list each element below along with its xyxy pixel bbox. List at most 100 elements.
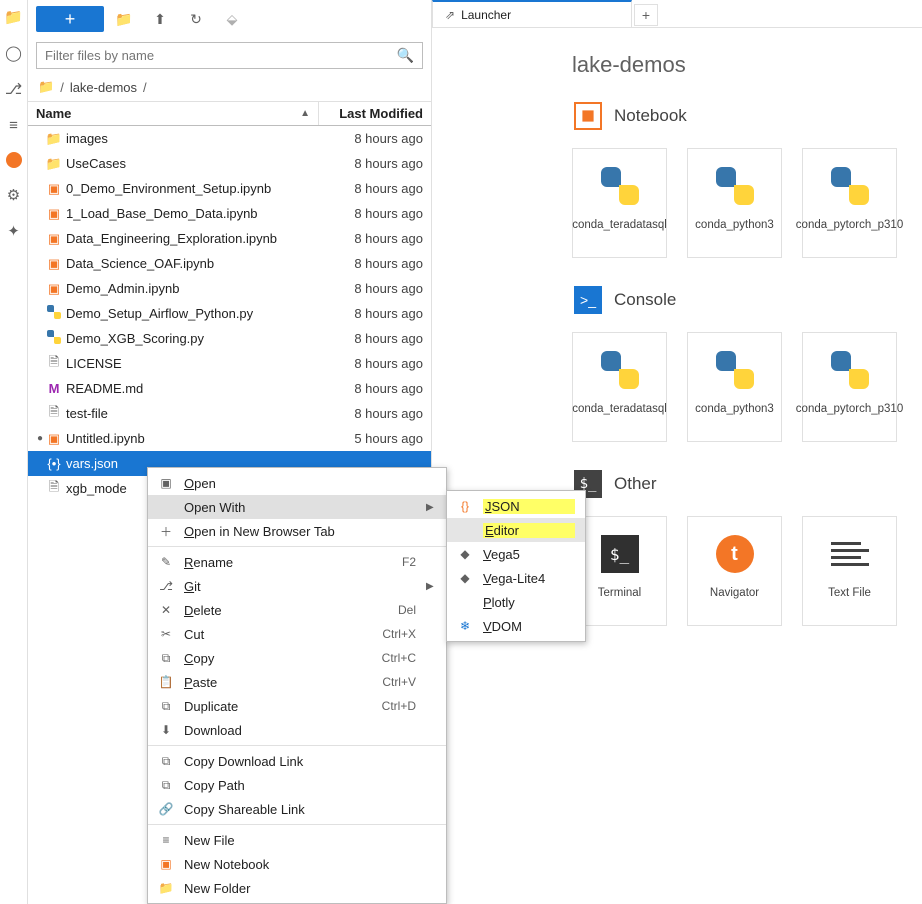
tab-launcher[interactable]: ⇗ Launcher xyxy=(432,0,632,27)
menu-item[interactable]: ⧉Copy Path xyxy=(148,773,446,797)
menu-icon: ✂ xyxy=(158,627,174,641)
menu-item[interactable]: Open With▶ xyxy=(148,495,446,519)
running-icon[interactable]: ◯ xyxy=(5,44,23,62)
new-folder-icon[interactable]: 📁 xyxy=(108,6,140,32)
launcher-card[interactable]: conda_pytorch_p310 xyxy=(802,332,897,442)
new-tab-button[interactable]: + xyxy=(634,4,658,26)
filter-input[interactable] xyxy=(45,48,397,63)
card-icon: $_ xyxy=(599,533,641,575)
menu-item[interactable]: ▣New Notebook xyxy=(148,852,446,876)
file-row[interactable]: ●▣Untitled.ipynb5 hours ago xyxy=(28,426,431,451)
col-name[interactable]: Name ▲ xyxy=(28,102,319,125)
card-label: conda_python3 xyxy=(695,219,774,231)
git-pull-icon[interactable]: ⬙ xyxy=(216,6,248,32)
menu-item[interactable]: ✂CutCtrl+X xyxy=(148,622,446,646)
file-row[interactable]: MREADME.md8 hours ago xyxy=(28,376,431,401)
chevron-right-icon: ▶ xyxy=(426,581,436,592)
filter-box[interactable]: 🔍 xyxy=(36,42,423,69)
file-toolbar: + 📁 ⬆ ↻ ⬙ xyxy=(28,0,431,38)
settings-icon[interactable]: ⚙ xyxy=(5,186,23,204)
menu-icon: ▣ xyxy=(158,857,174,871)
sort-asc-icon: ▲ xyxy=(300,108,310,119)
launcher-card[interactable]: conda_teradatasql xyxy=(572,148,667,258)
file-row[interactable]: ▣0_Demo_Environment_Setup.ipynb8 hours a… xyxy=(28,176,431,201)
menu-item[interactable]: 📁New Folder xyxy=(148,876,446,900)
file-name: images xyxy=(64,131,323,146)
submenu-item[interactable]: ❄VDOM xyxy=(447,614,585,638)
file-modified: 8 hours ago xyxy=(323,281,423,296)
menu-item[interactable]: ≡New File xyxy=(148,828,446,852)
breadcrumb-item[interactable]: lake-demos xyxy=(70,80,137,95)
launcher-card[interactable]: conda_pytorch_p310 xyxy=(802,148,897,258)
new-launcher-button[interactable]: + xyxy=(36,6,104,32)
menu-icon: ✎ xyxy=(158,555,174,569)
file-name: README.md xyxy=(64,381,323,396)
menu-item[interactable]: ⧉CopyCtrl+C xyxy=(148,646,446,670)
context-menu: ▣OpenOpen With▶＋Open in New Browser Tab ✎… xyxy=(147,467,447,904)
file-name: Data_Science_OAF.ipynb xyxy=(64,256,323,271)
extensions-icon[interactable]: ✦ xyxy=(5,222,23,240)
file-row[interactable]: 🗎test-file8 hours ago xyxy=(28,401,431,426)
toc-icon[interactable]: ≡ xyxy=(5,116,23,134)
menu-icon: ⧉ xyxy=(158,651,174,666)
file-name: Data_Engineering_Exploration.ipynb xyxy=(64,231,323,246)
file-modified: 8 hours ago xyxy=(323,206,423,221)
modified-dot-icon: ● xyxy=(36,433,44,444)
file-row[interactable]: Demo_XGB_Scoring.py8 hours ago xyxy=(28,326,431,351)
launch-icon: ⇗ xyxy=(445,8,455,22)
launcher-card[interactable]: conda_python3 xyxy=(687,148,782,258)
open-with-submenu: {}JSONEditor◆Vega5◆Vega-Lite4Plotly❄VDOM xyxy=(446,490,586,642)
file-row[interactable]: ▣Demo_Admin.ipynb8 hours ago xyxy=(28,276,431,301)
submenu-item[interactable]: Editor xyxy=(447,518,585,542)
file-list-header: Name ▲ Last Modified xyxy=(28,101,431,126)
menu-item[interactable]: ⧉DuplicateCtrl+D xyxy=(148,694,446,718)
file-modified: 8 hours ago xyxy=(323,331,423,346)
submenu-item[interactable]: ◆Vega-Lite4 xyxy=(447,566,585,590)
navigator-icon[interactable] xyxy=(6,152,22,168)
launcher-card[interactable]: conda_python3 xyxy=(687,332,782,442)
menu-icon: 🔗 xyxy=(158,802,174,816)
files-icon[interactable]: 📁 xyxy=(5,8,23,26)
file-row[interactable]: 📁UseCases8 hours ago xyxy=(28,151,431,176)
submenu-icon: ◆ xyxy=(457,547,473,561)
file-row[interactable]: Demo_Setup_Airflow_Python.py8 hours ago xyxy=(28,301,431,326)
col-modified[interactable]: Last Modified xyxy=(319,102,431,125)
menu-icon: ＋ xyxy=(158,523,174,540)
file-modified: 8 hours ago xyxy=(323,181,423,196)
launcher-card[interactable]: Text File xyxy=(802,516,897,626)
file-name: Demo_Setup_Airflow_Python.py xyxy=(64,306,323,321)
upload-icon[interactable]: ⬆ xyxy=(144,6,176,32)
menu-item[interactable]: 🔗Copy Shareable Link xyxy=(148,797,446,821)
file-row[interactable]: 📁images8 hours ago xyxy=(28,126,431,151)
file-row[interactable]: ▣1_Load_Base_Demo_Data.ipynb8 hours ago xyxy=(28,201,431,226)
refresh-icon[interactable]: ↻ xyxy=(180,6,212,32)
launcher-card[interactable]: $_Terminal xyxy=(572,516,667,626)
file-modified: 8 hours ago xyxy=(323,131,423,146)
menu-icon: ⧉ xyxy=(158,754,174,769)
menu-icon: ⎇ xyxy=(158,579,174,593)
git-icon[interactable]: ⎇ xyxy=(5,80,23,98)
menu-item[interactable]: ✕DeleteDel xyxy=(148,598,446,622)
card-icon xyxy=(714,165,756,207)
menu-item[interactable]: ▣Open xyxy=(148,471,446,495)
menu-item[interactable]: 📋PasteCtrl+V xyxy=(148,670,446,694)
card-label: conda_pytorch_p310 xyxy=(796,403,903,415)
submenu-item[interactable]: ◆Vega5 xyxy=(447,542,585,566)
submenu-item[interactable]: {}JSON xyxy=(447,494,585,518)
file-row[interactable]: 🗎LICENSE8 hours ago xyxy=(28,351,431,376)
card-label: Text File xyxy=(828,587,871,599)
file-name: test-file xyxy=(64,406,323,421)
menu-item[interactable]: ＋Open in New Browser Tab xyxy=(148,519,446,543)
breadcrumb[interactable]: 📁 / lake-demos / xyxy=(28,73,431,101)
file-row[interactable]: ▣Data_Engineering_Exploration.ipynb8 hou… xyxy=(28,226,431,251)
launcher-card[interactable]: tNavigator xyxy=(687,516,782,626)
card-label: conda_pytorch_p310 xyxy=(796,219,903,231)
menu-item[interactable]: ⧉Copy Download Link xyxy=(148,749,446,773)
menu-item[interactable]: ✎RenameF2 xyxy=(148,550,446,574)
submenu-item[interactable]: Plotly xyxy=(447,590,585,614)
menu-item[interactable]: ⬇Download xyxy=(148,718,446,742)
launcher-card[interactable]: conda_teradatasql xyxy=(572,332,667,442)
file-name: 0_Demo_Environment_Setup.ipynb xyxy=(64,181,323,196)
menu-item[interactable]: ⎇Git▶ xyxy=(148,574,446,598)
file-row[interactable]: ▣Data_Science_OAF.ipynb8 hours ago xyxy=(28,251,431,276)
